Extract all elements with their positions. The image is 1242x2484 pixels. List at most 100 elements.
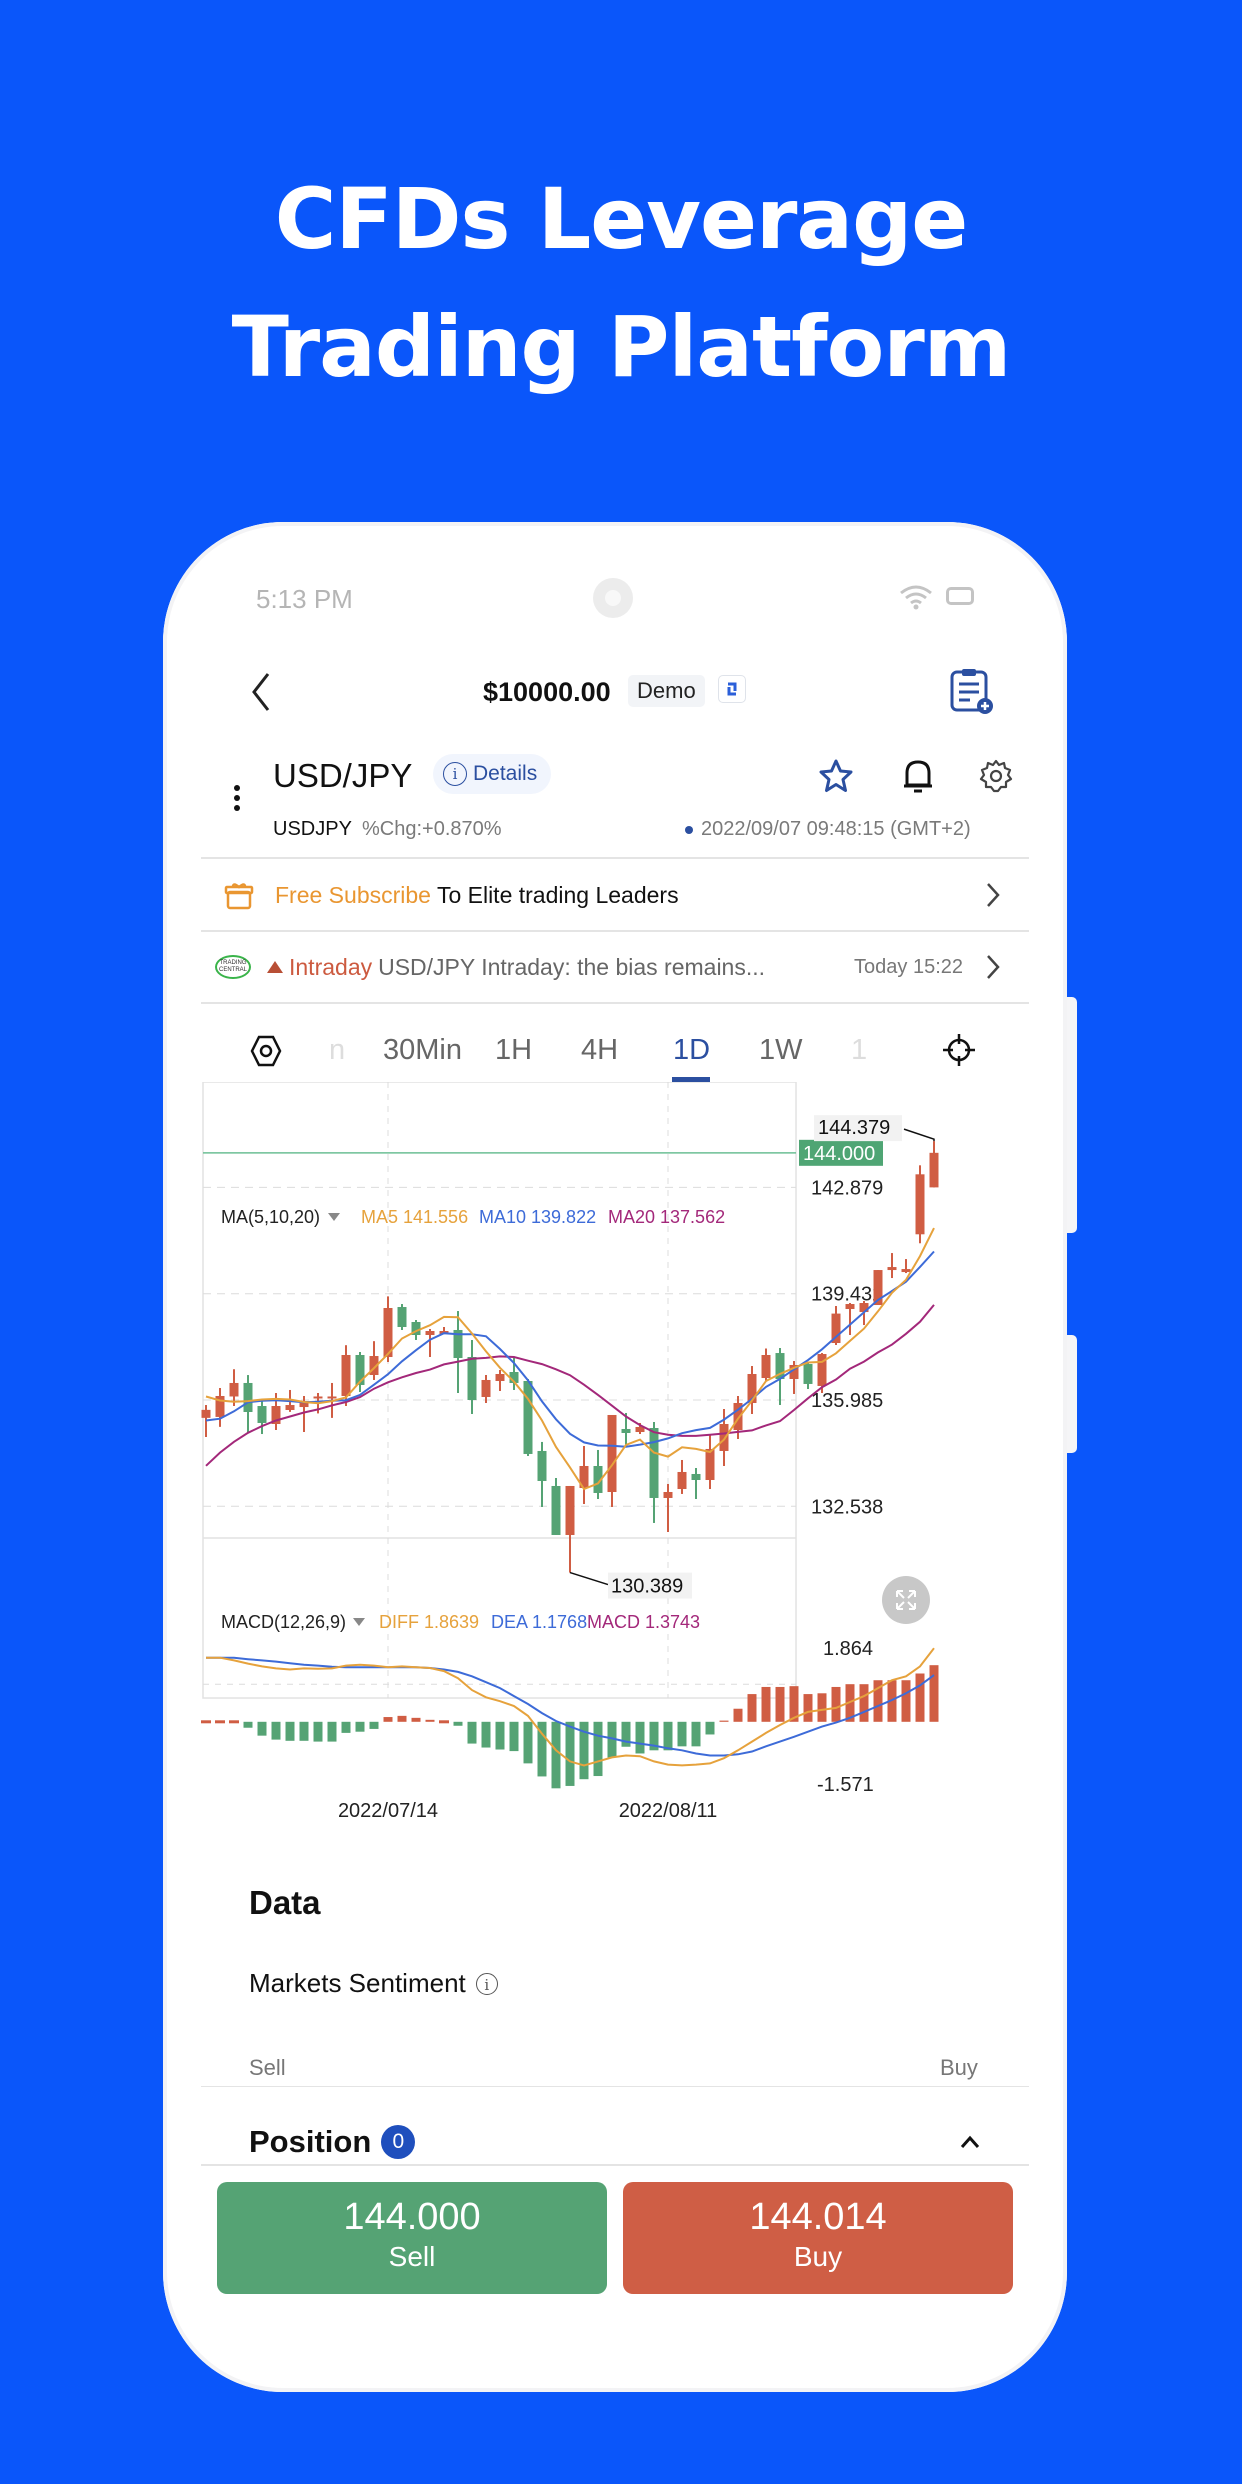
candle: [901, 1259, 911, 1274]
buy-button[interactable]: 144.014 Buy: [623, 2182, 1013, 2294]
macd-histogram-bar: [551, 1721, 561, 1789]
ma-indicator-label[interactable]: MA(5,10,20): [221, 1207, 320, 1227]
orders-icon[interactable]: [948, 667, 994, 715]
settings-gear-icon[interactable]: [978, 758, 1014, 794]
ma-dropdown-icon[interactable]: [328, 1213, 340, 1221]
collapse-caret-icon[interactable]: [958, 2132, 982, 2152]
candle: [257, 1399, 267, 1435]
macd-histogram-bar: [327, 1721, 337, 1742]
front-camera: [593, 578, 633, 618]
tab-30min[interactable]: 30Min: [383, 1034, 462, 1067]
details-label: Details: [473, 762, 538, 785]
candle: [803, 1362, 813, 1389]
data-section-title: Data: [249, 1884, 321, 1921]
candle: [383, 1296, 393, 1363]
macd-histogram-bar: [229, 1720, 239, 1724]
percent-change: %Chg:+0.870%: [362, 818, 502, 840]
macd-histogram-bar: [523, 1721, 533, 1764]
details-button[interactable]: i Details: [433, 754, 552, 794]
candle-body: [257, 1406, 267, 1423]
macd-indicator-label[interactable]: MACD(12,26,9): [221, 1612, 346, 1632]
macd-histogram-bar: [425, 1719, 435, 1722]
subscribe-text: Free Subscribe To Elite trading Leaders: [275, 882, 679, 909]
candle: [929, 1141, 939, 1188]
tab-1h[interactable]: 1H: [495, 1034, 532, 1067]
candle: [761, 1348, 771, 1382]
price-chart[interactable]: 142.879 139.432 135.985 132.538 144.000 1.86…: [201, 1082, 1041, 1882]
candle: [915, 1165, 925, 1244]
macd-histogram-bar: [705, 1721, 715, 1735]
tab-1w[interactable]: 1W: [759, 1034, 803, 1067]
candle: [397, 1304, 407, 1330]
macd-histogram-bar: [565, 1721, 575, 1786]
candle: [495, 1369, 505, 1391]
indicator-settings-icon[interactable]: [249, 1034, 283, 1068]
macd-histogram-bar: [201, 1720, 211, 1724]
candle-body: [495, 1374, 505, 1382]
x-axis-date-label: 2022/08/11: [619, 1800, 718, 1822]
candle-body: [243, 1382, 253, 1412]
macd-histogram-bar: [761, 1686, 771, 1722]
candle-body: [551, 1485, 561, 1535]
more-icon[interactable]: [232, 784, 242, 814]
macd-histogram-bar: [733, 1708, 743, 1722]
alert-bell-icon[interactable]: [901, 758, 935, 794]
crosshair-icon[interactable]: [941, 1032, 977, 1068]
candle-body: [285, 1405, 295, 1410]
macd-histogram-bar: [817, 1693, 827, 1722]
bullish-triangle-icon: [267, 961, 283, 973]
macd-histogram-bar: [481, 1721, 491, 1748]
candle-body: [397, 1307, 407, 1328]
candle-body: [803, 1364, 813, 1384]
macd-histogram-bar: [677, 1721, 687, 1747]
candle: [467, 1339, 477, 1415]
news-tag: Intraday: [289, 953, 373, 980]
candle: [705, 1435, 715, 1490]
tab-timeframe-partial-left[interactable]: n: [329, 1034, 345, 1067]
macd-histogram-bar: [719, 1720, 729, 1722]
info-icon: i: [443, 762, 467, 786]
markets-sentiment: Markets Sentiment i: [249, 1968, 498, 1999]
info-icon[interactable]: i: [475, 1972, 498, 1995]
phone-side-button-volume: [1066, 997, 1077, 1233]
macd-histogram-bar: [775, 1686, 785, 1722]
candle-body: [719, 1423, 729, 1451]
candle-body: [705, 1448, 715, 1480]
y-tick-label: 139.432: [811, 1284, 883, 1306]
sell-button[interactable]: 144.000 Sell: [217, 2182, 607, 2294]
candle-body: [649, 1428, 659, 1498]
min-price-label: 130.389: [611, 1576, 683, 1598]
macd-dea-value: DEA 1.1768: [491, 1612, 587, 1632]
favorite-star-icon[interactable]: [818, 758, 854, 794]
tab-4h[interactable]: 4H: [581, 1034, 618, 1067]
candle: [579, 1445, 589, 1504]
ma5-value: MA5 141.556: [361, 1207, 468, 1227]
macd-histogram-bar: [243, 1721, 253, 1728]
candle: [481, 1374, 491, 1403]
macd-histogram-bar: [803, 1694, 813, 1722]
switch-account-icon[interactable]: [718, 675, 746, 703]
tab-timeframe-partial-right[interactable]: 1: [851, 1034, 867, 1067]
macd-histogram-bar: [663, 1721, 673, 1751]
candle-body: [929, 1152, 939, 1188]
macd-histogram-bar: [299, 1721, 309, 1741]
fullscreen-button[interactable]: [882, 1576, 930, 1624]
tab-1d[interactable]: 1D: [673, 1034, 710, 1067]
buy-price: 144.014: [749, 2196, 887, 2238]
macd-histogram-bar: [747, 1694, 757, 1722]
candle: [369, 1341, 379, 1380]
sentiment-sell-label: Sell: [249, 2055, 286, 2080]
candle-body: [565, 1485, 575, 1535]
ma10-value: MA10 139.822: [479, 1207, 596, 1227]
macd-histogram-bar: [439, 1720, 449, 1724]
wifi-icon: [900, 585, 932, 610]
candle: [747, 1366, 757, 1415]
subscribe-banner[interactable]: Free Subscribe To Elite trading Leaders: [201, 860, 1029, 930]
macd-value: MACD 1.3743: [587, 1612, 700, 1632]
position-header[interactable]: Position 0: [249, 2124, 416, 2160]
phone-frame: 5:13 PM $10000.00 Demo USD/JPY i Details: [163, 522, 1067, 2392]
back-icon[interactable]: [248, 670, 276, 714]
macd-histogram-bar: [635, 1721, 645, 1754]
candle: [551, 1477, 561, 1535]
news-item[interactable]: TRADING CENTRAL Intraday USD/JPY Intrada…: [201, 932, 1029, 1002]
